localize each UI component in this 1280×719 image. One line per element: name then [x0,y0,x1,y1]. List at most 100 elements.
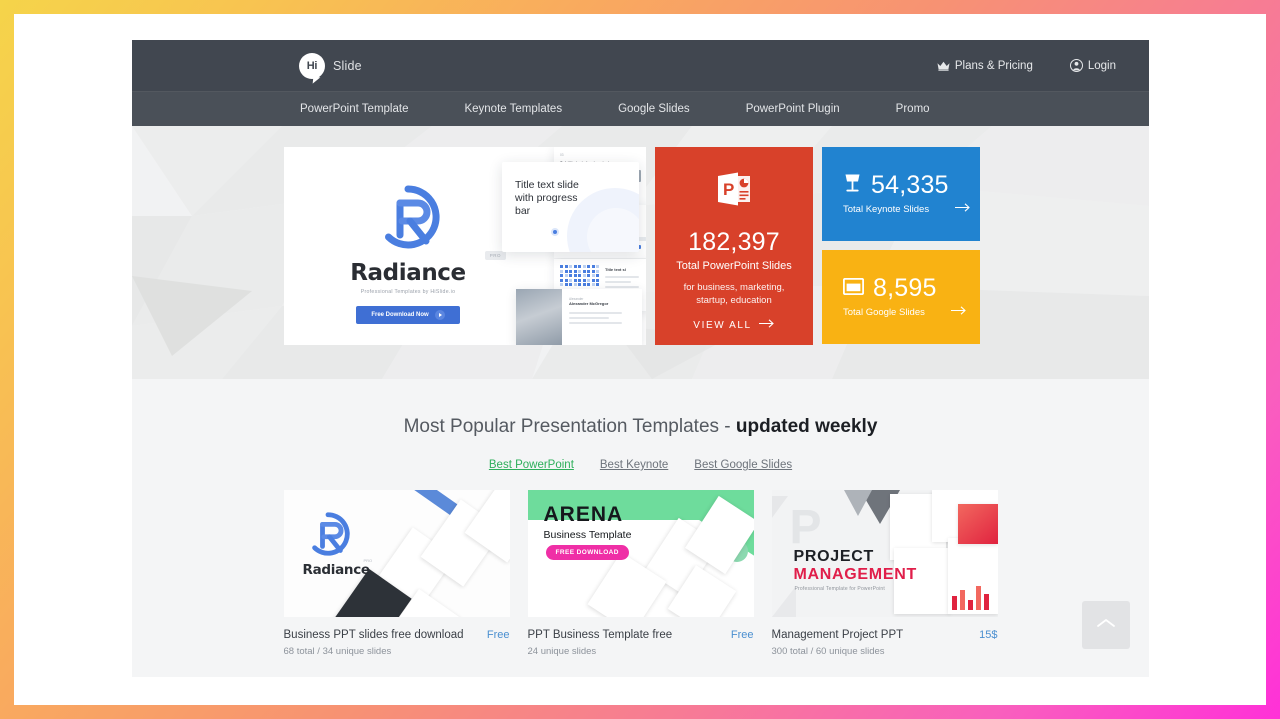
decor-bars [951,586,989,610]
plans-pricing-label: Plans & Pricing [954,59,1033,72]
google-stat-bottom: Total Google Slides [843,306,980,318]
arrow-right-icon [758,319,775,331]
thumbnail-title-line1: PROJECT [793,548,874,565]
person-photo [516,289,562,345]
thumbnail-badge: FREE DOWNLOAD [545,545,629,560]
template-card[interactable]: ARENA Business Template FREE DOWNLOAD PP… [527,490,754,657]
scroll-to-top-button[interactable] [1082,601,1130,649]
nav-items: PowerPoint Template Keynote Templates Go… [272,103,958,115]
powerpoint-label: Total PowerPoint Slides [676,260,792,272]
radiance-r-logo [385,185,440,249]
nav-item-keynote-templates[interactable]: Keynote Templates [436,103,590,115]
person-name: Alexander McGregor [569,301,609,306]
template-card-grid: Radiance PRO Business PPT slides free do… [132,490,1149,657]
user-circle-icon [1069,59,1083,72]
template-slide-count: 24 unique slides [527,646,597,657]
person-info: Alexander Alexander McGregor [562,289,642,345]
gradient-frame: Hi Slide Plans & Pricing Login PowerPoin… [0,0,1280,719]
template-meta: PPT Business Template free Free [528,629,754,641]
template-thumbnail-arena: ARENA Business Template FREE DOWNLOAD [527,490,754,617]
login-link[interactable]: Login [1069,59,1116,72]
radiance-subtitle: Professional Templates by HiSlide.io [360,289,456,295]
hero-template-preview[interactable]: Radiance Professional Templates by HiSli… [284,147,646,345]
template-price: Free [486,629,510,641]
decor-triangle [771,496,788,526]
radiance-branding: Radiance Professional Templates by HiSli… [328,185,506,324]
plans-pricing-link[interactable]: Plans & Pricing [937,60,1033,72]
logo-text: Slide [333,58,362,73]
powerpoint-sub: for business, marketing, startup, educat… [683,282,785,306]
powerpoint-count: 182,397 [688,228,780,256]
logo[interactable]: Hi Slide [299,52,362,79]
radiance-title: Radiance [350,260,466,286]
mini-title-text: Title text slide with progress bar [515,179,579,217]
tab-best-keynote[interactable]: Best Keynote [600,459,668,471]
template-price: Free [730,629,754,641]
google-stat-top: 8,595 [842,274,980,303]
decor-chart [957,504,998,544]
login-label: Login [1087,59,1116,72]
chevron-up-icon [1096,616,1116,634]
thumbnail-title-line2: MANAGEMENT [793,566,917,583]
powerpoint-view-all-link[interactable]: VIEW ALL [693,319,774,331]
main-nav: PowerPoint Template Keynote Templates Go… [132,91,1149,126]
template-meta: Business PPT slides free download Free [284,629,510,641]
mini-slide-title-card: Title text slide with progress bar [502,162,639,252]
powerpoint-stat-card[interactable]: P 182,397 Total PowerPoint Slides for bu… [655,147,813,345]
template-card[interactable]: P PROJECT MANAGEMENT Professional Templa… [771,490,998,657]
arrow-right-icon [955,203,971,215]
page-canvas: Hi Slide Plans & Pricing Login PowerPoin… [14,14,1266,705]
hero-section: Radiance Professional Templates by HiSli… [132,126,1149,379]
free-download-button[interactable]: Free Download Now [356,306,460,324]
section-title-bold: updated weekly [735,416,878,437]
google-label: Total Google Slides [843,306,925,318]
keynote-count: 54,335 [871,171,949,199]
play-circle-icon [434,310,445,320]
radiance-r-logo [311,512,350,556]
category-tabs: Best PowerPoint Best Keynote Best Google… [132,459,1149,471]
decor-triangle [843,490,872,516]
mini-kicker: 03 [560,153,564,157]
template-name: Management Project PPT [771,629,904,641]
keynote-stat-card[interactable]: 54,335 Total Keynote Slides [822,147,980,241]
slide-rectangle-icon [842,277,865,300]
google-slides-stat-card[interactable]: 8,595 Total Google Slides [822,250,980,344]
nav-item-promo[interactable]: Promo [868,103,958,115]
template-card[interactable]: Radiance PRO Business PPT slides free do… [283,490,510,657]
nav-item-google-slides[interactable]: Google Slides [590,103,718,115]
keynote-stat-bottom: Total Keynote Slides [843,203,980,215]
section-title-normal: Most Popular Presentation Templates - [403,416,736,437]
svg-text:P: P [723,180,734,199]
site-container: Hi Slide Plans & Pricing Login PowerPoin… [132,40,1149,677]
template-thumbnail-project-management: P PROJECT MANAGEMENT Professional Templa… [771,490,998,617]
thumbnail-subtitle: Business Template [543,529,632,541]
popular-templates-section: Most Popular Presentation Templates - up… [132,379,1149,677]
decor-ghost-letter: P [789,501,822,554]
template-slide-count: 300 total / 60 unique slides [771,646,885,657]
arrow-right-icon [950,306,967,318]
thumbnail-badge: PRO [363,558,373,563]
nav-item-powerpoint-plugin[interactable]: PowerPoint Plugin [718,103,868,115]
hero-content: Radiance Professional Templates by HiSli… [284,147,980,345]
view-all-label: VIEW ALL [693,319,752,331]
decor-triangle [771,586,796,617]
header-actions: Plans & Pricing Login [937,59,1116,72]
google-count: 8,595 [873,274,937,302]
progress-dot [551,228,559,236]
crown-icon [937,61,950,71]
tab-best-google-slides[interactable]: Best Google Slides [694,459,792,471]
mini-slide-person: Alexander Alexander McGregor [516,289,642,345]
lectern-icon [843,173,862,198]
site-header: Hi Slide Plans & Pricing Login [132,40,1149,91]
template-name: Business PPT slides free download [283,629,464,641]
template-thumbnail-radiance: Radiance PRO [283,490,510,617]
keynote-stat-top: 54,335 [843,171,980,200]
dot-grid [560,265,599,286]
free-download-label: Free Download Now [371,312,429,318]
template-price: 15$ [979,629,998,641]
template-slide-count: 68 total / 34 unique slides [283,646,392,657]
tab-best-powerpoint[interactable]: Best PowerPoint [489,459,574,471]
page-title: Most Popular Presentation Templates - up… [132,379,1149,438]
thumbnail-title: ARENA [543,503,624,526]
nav-item-powerpoint-template[interactable]: PowerPoint Template [272,103,436,115]
